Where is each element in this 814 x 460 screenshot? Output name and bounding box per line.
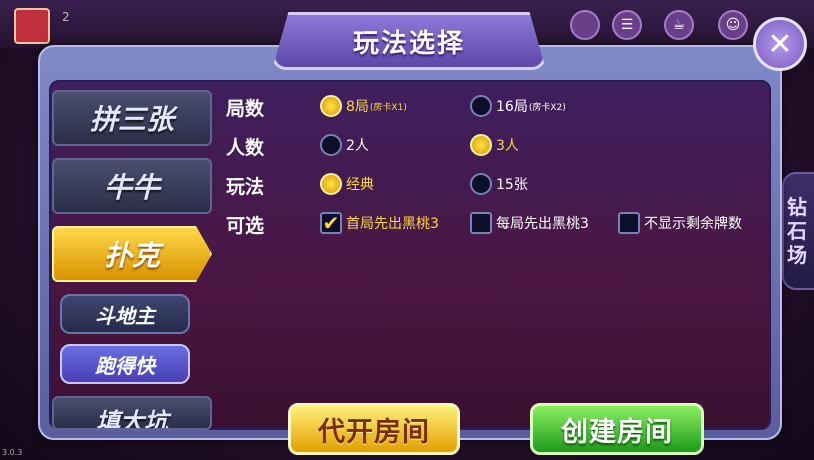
radio-button[interactable] — [320, 95, 342, 117]
optional-label: 可选 — [226, 215, 265, 237]
proxy-open-room-button[interactable]: 代开房间 — [288, 403, 460, 455]
option-text: 2人 — [346, 138, 369, 154]
option-text: 每局先出黑桃3 — [496, 216, 589, 232]
dialog-title-plate: 玩法选择 — [272, 12, 546, 70]
checkmark-icon: ✔ — [322, 211, 340, 235]
option-subtext: (房卡X2) — [528, 102, 566, 113]
tab-zha-jin-hua[interactable]: 拼三张 — [52, 90, 212, 146]
tab-label: 牛牛 — [103, 171, 160, 204]
rounds-label: 局数 — [226, 98, 265, 120]
radio-button[interactable] — [320, 134, 342, 156]
mode-option-15[interactable]: 15张 — [470, 173, 528, 195]
version-text: 3.0.3 — [2, 448, 23, 457]
radio-button[interactable] — [470, 134, 492, 156]
player-name: 2 — [62, 10, 70, 24]
tab-tian-da-keng[interactable]: 填大坑 — [52, 396, 212, 430]
option-text: 不显示剩余牌数 — [644, 216, 742, 232]
avatar[interactable] — [14, 8, 50, 44]
tab-label: 填大坑 — [96, 408, 168, 430]
shop-icon[interactable]: ☕ — [664, 10, 694, 40]
checkbox[interactable]: ✔ — [320, 211, 342, 235]
diamond-room-label-1: 钻 — [787, 195, 807, 219]
button-label: 创建房间 — [561, 416, 673, 448]
rounds-option-16[interactable]: 16局 (房卡X2) — [470, 95, 566, 117]
tab-poker[interactable]: 扑克 — [52, 226, 212, 282]
close-icon: ✕ — [767, 26, 793, 62]
diamond-room-label-2: 石 — [787, 219, 807, 243]
checkbox[interactable] — [618, 212, 640, 234]
optional-each-spade3[interactable]: 每局先出黑桃3 — [470, 212, 589, 234]
menu-icon-1[interactable] — [570, 10, 600, 40]
service-icon[interactable]: ☺ — [718, 10, 748, 40]
players-option-3[interactable]: 3人 — [470, 134, 519, 156]
list-icon[interactable]: ☰ — [612, 10, 642, 40]
close-button[interactable]: ✕ — [753, 17, 807, 71]
subtab-label: 斗地主 — [95, 303, 155, 328]
tab-label: 扑克 — [103, 239, 160, 272]
players-option-2[interactable]: 2人 — [320, 134, 369, 156]
diamond-room-button[interactable]: 钻 石 场 — [782, 172, 814, 290]
option-subtext: (房卡X1) — [369, 102, 407, 113]
subtab-label: 跑得快 — [95, 353, 155, 378]
option-text: 经典 — [346, 177, 374, 193]
rounds-option-8[interactable]: 8局 (房卡X1) — [320, 95, 407, 117]
radio-button[interactable] — [470, 95, 492, 117]
players-label: 人数 — [226, 137, 265, 159]
option-text: 8局 — [346, 99, 369, 115]
mode-label: 玩法 — [226, 176, 265, 198]
option-text: 16局 — [496, 99, 528, 115]
create-room-button[interactable]: 创建房间 — [530, 403, 704, 455]
tab-niu-niu[interactable]: 牛牛 — [52, 158, 212, 214]
subtab-dou-di-zhu[interactable]: 斗地主 — [60, 294, 190, 334]
radio-button[interactable] — [470, 173, 492, 195]
button-label: 代开房间 — [318, 416, 430, 448]
radio-button[interactable] — [320, 173, 342, 195]
mode-option-classic[interactable]: 经典 — [320, 173, 374, 195]
subtab-pao-de-kuai[interactable]: 跑得快 — [60, 344, 190, 384]
option-text: 3人 — [496, 138, 519, 154]
option-text: 15张 — [496, 177, 528, 193]
diamond-room-label-3: 场 — [787, 243, 807, 267]
dialog-title: 玩法选择 — [352, 28, 465, 59]
optional-first-spade3[interactable]: ✔ 首局先出黑桃3 — [320, 211, 439, 235]
tab-label: 拼三张 — [89, 103, 174, 136]
optional-hide-card-count[interactable]: 不显示剩余牌数 — [618, 212, 742, 234]
option-text: 首局先出黑桃3 — [346, 216, 439, 232]
checkbox[interactable] — [470, 212, 492, 234]
